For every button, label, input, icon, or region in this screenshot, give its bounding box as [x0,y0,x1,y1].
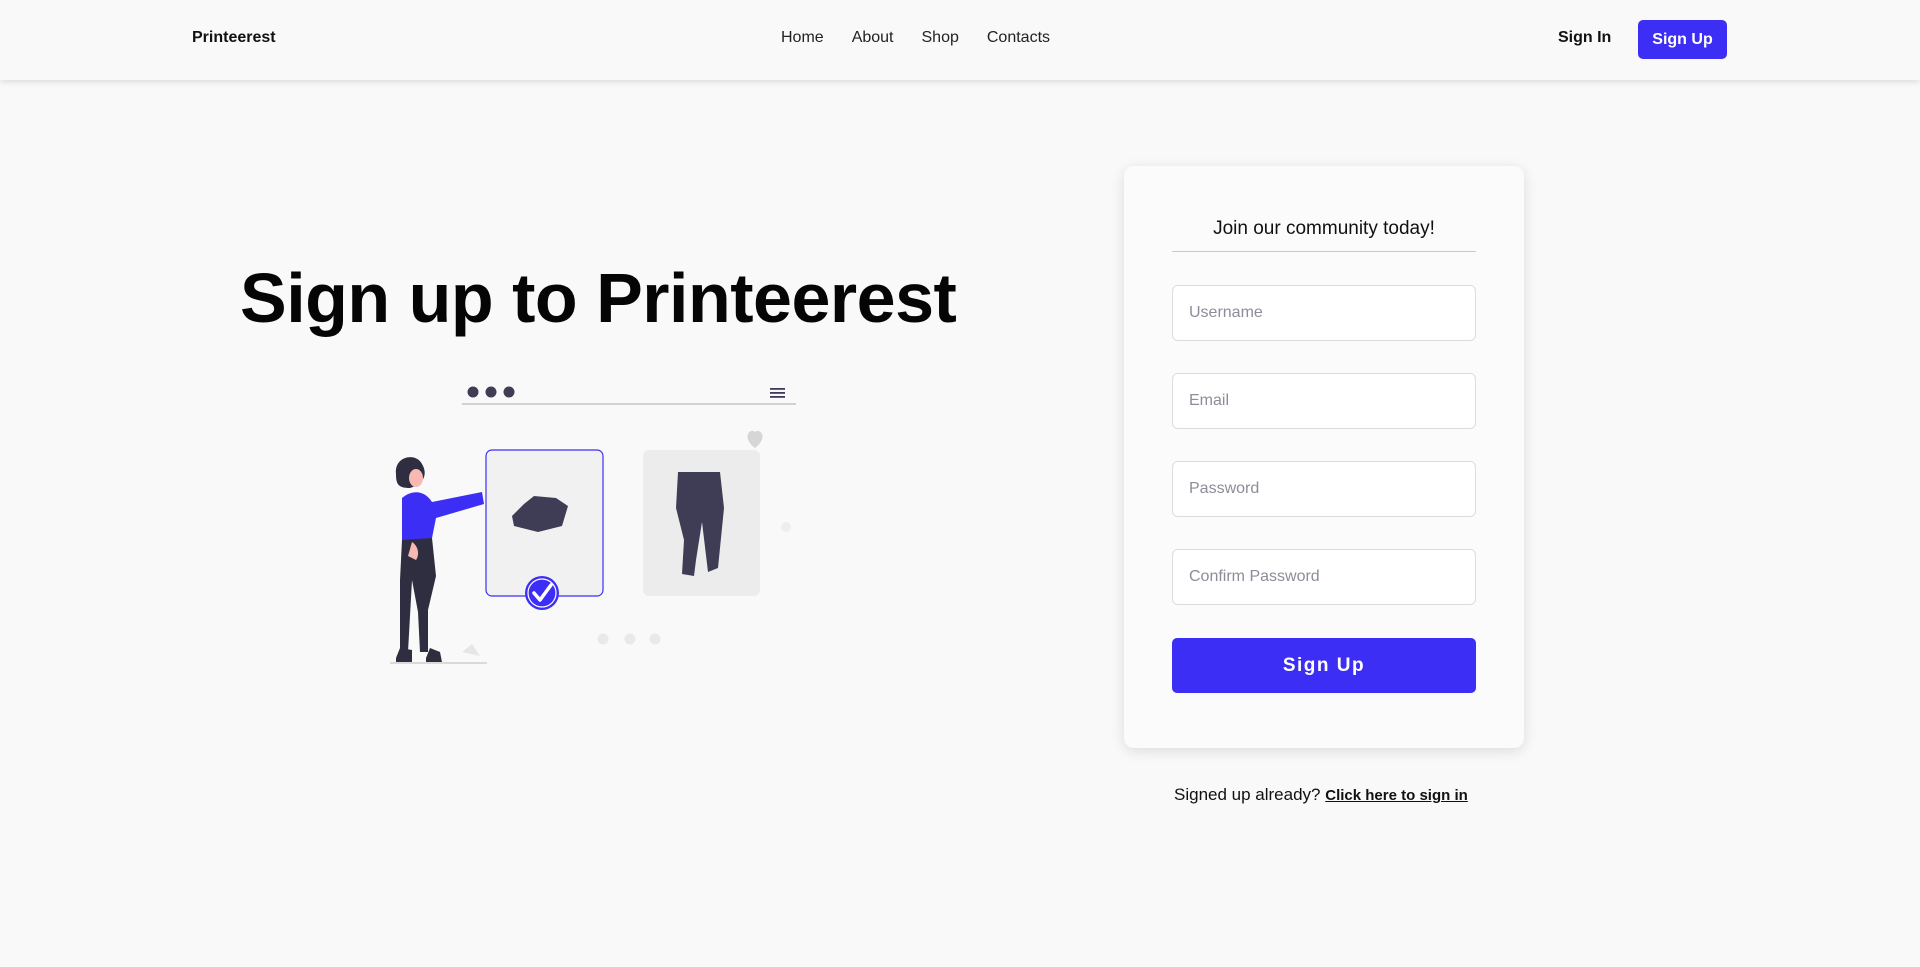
heart-icon [747,430,763,448]
brand-logo[interactable]: Printeerest [192,29,276,47]
confirm-password-input[interactable] [1172,549,1476,605]
nav-link-home[interactable]: Home [781,29,824,47]
nav-links: Home About Shop Contacts [781,29,1050,47]
nav-sign-up-button[interactable]: Sign Up [1638,20,1727,59]
sign-in-link[interactable]: Click here to sign in [1325,787,1468,804]
page-dot-icon [624,633,636,645]
sign-up-submit-button[interactable]: Sign Up [1172,638,1476,693]
nav-link-shop[interactable]: Shop [922,29,959,47]
hamburger-menu-icon [770,388,785,398]
window-dot-icon [503,386,515,398]
page-dot-icon [649,633,661,645]
window-dot-icon [485,386,497,398]
password-input[interactable] [1172,461,1476,517]
form-heading: Join our community today! [1172,218,1476,252]
sign-in-prompt: Signed up already? Click here to sign in [1174,785,1474,805]
sign-in-prompt-text: Signed up already? [1174,785,1321,804]
page-dot-icon [597,633,609,645]
username-input[interactable] [1172,285,1476,341]
nav-sign-in-link[interactable]: Sign In [1558,29,1611,47]
shopping-illustration [390,386,796,664]
page-title: Sign up to Printeerest [240,259,957,337]
signup-card: Join our community today! Sign Up [1124,166,1524,748]
email-input[interactable] [1172,373,1476,429]
checkmark-icon [525,576,559,610]
nav-link-about[interactable]: About [852,29,894,47]
person-figure [390,457,487,664]
window-dot-icon [467,386,479,398]
navbar: Printeerest Home About Shop Contacts Sig… [0,0,1920,80]
nav-link-contacts[interactable]: Contacts [987,29,1050,47]
